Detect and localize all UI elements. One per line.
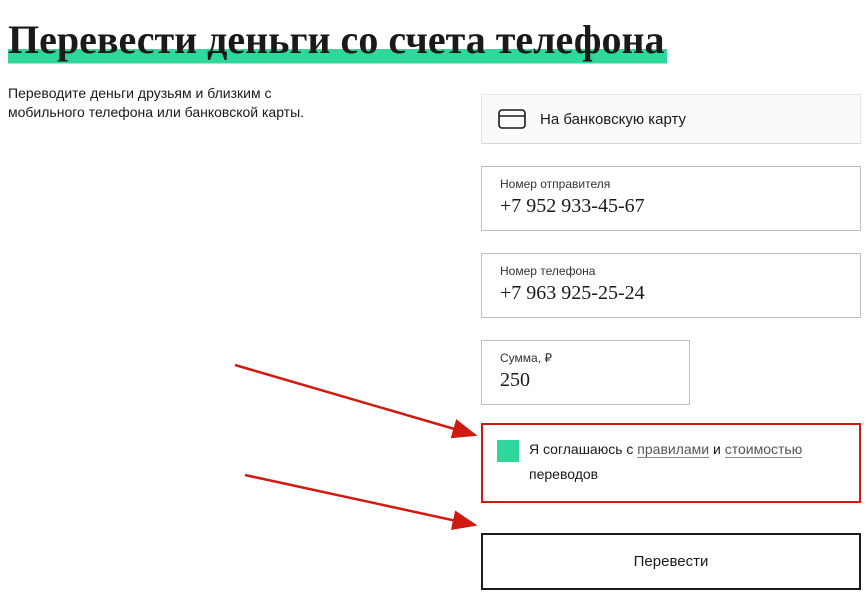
- agreement-box: Я соглашаюсь с правилами и стоимостью пе…: [481, 423, 861, 503]
- annotation-arrow-1: [230, 360, 490, 460]
- sender-input[interactable]: [500, 195, 842, 218]
- page-title: Перевести деньги со счета телефона: [8, 18, 667, 66]
- agree-text: Я соглашаюсь с правилами и стоимостью пе…: [529, 439, 845, 485]
- tab-label: На банковскую карту: [540, 111, 686, 128]
- amount-input[interactable]: [500, 369, 671, 392]
- annotation-arrow-2: [240, 470, 490, 540]
- phone-field[interactable]: Номер телефона: [481, 253, 861, 318]
- amount-label: Сумма, ₽: [500, 351, 671, 365]
- sender-label: Номер отправителя: [500, 177, 842, 191]
- page-subtitle: Переводите деньги друзьям и близким с мо…: [8, 84, 328, 122]
- sender-field[interactable]: Номер отправителя: [481, 166, 861, 231]
- card-icon: [498, 109, 526, 129]
- transfer-form-panel: На банковскую карту Номер отправителя Но…: [481, 94, 861, 590]
- submit-button[interactable]: Перевести: [481, 533, 861, 590]
- cost-link[interactable]: стоимостью: [725, 441, 802, 458]
- amount-field[interactable]: Сумма, ₽: [481, 340, 690, 405]
- rules-link[interactable]: правилами: [637, 441, 709, 458]
- phone-input[interactable]: [500, 282, 842, 305]
- agree-checkbox[interactable]: [497, 440, 519, 462]
- tab-to-card[interactable]: На банковскую карту: [481, 94, 861, 144]
- phone-label: Номер телефона: [500, 264, 842, 278]
